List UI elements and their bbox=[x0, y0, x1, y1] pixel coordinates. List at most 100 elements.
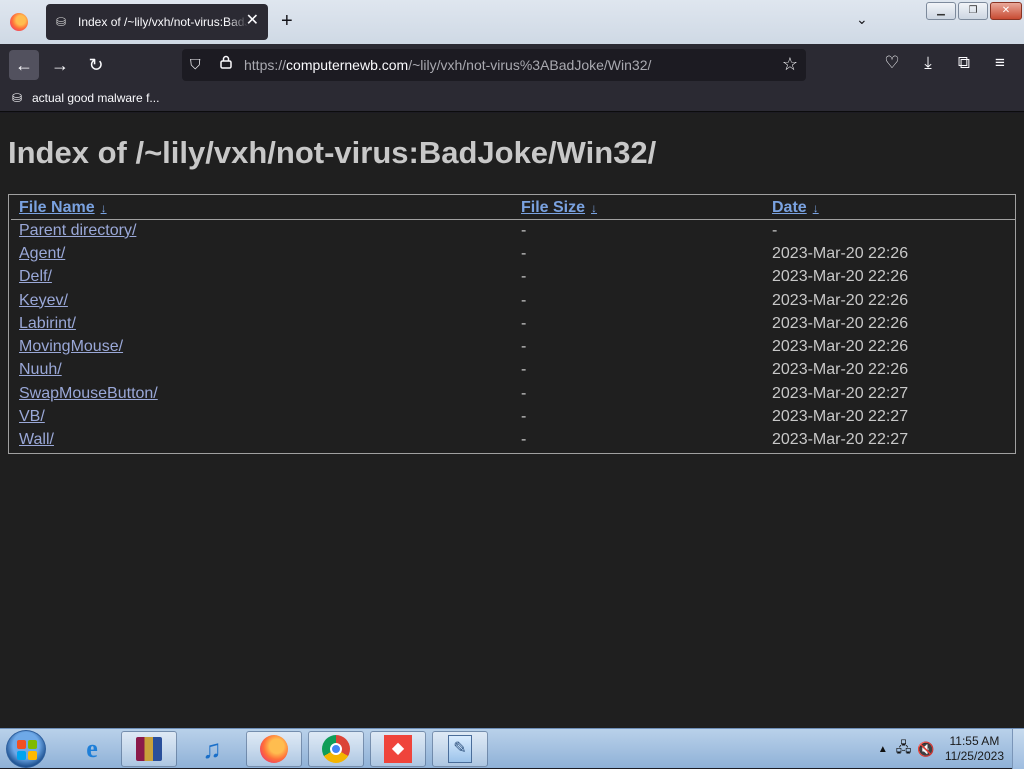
table-row: MovingMouse/ - 2023-Mar-20 22:26 bbox=[11, 335, 1015, 358]
file-date: 2023-Mar-20 22:27 bbox=[772, 384, 909, 402]
file-size: - bbox=[521, 408, 527, 426]
bookmark-item[interactable]: ⛁ actual good malware f... bbox=[12, 91, 159, 105]
file-date: 2023-Mar-20 22:26 bbox=[772, 291, 909, 309]
directory-link[interactable]: Keyev/ bbox=[19, 292, 68, 309]
table-row: SwapMouseButton/ - 2023-Mar-20 22:27 bbox=[11, 382, 1015, 405]
directory-link[interactable]: Parent directory/ bbox=[19, 222, 136, 239]
directory-link[interactable]: Delf/ bbox=[19, 268, 52, 285]
file-date: 2023-Mar-20 22:26 bbox=[772, 314, 909, 332]
extensions-icon[interactable]: ⧉ bbox=[952, 53, 976, 73]
file-size: - bbox=[521, 361, 527, 379]
windows-logo-icon bbox=[17, 740, 37, 760]
file-date: 2023-Mar-20 22:26 bbox=[772, 268, 909, 286]
tab-active[interactable]: ⛁ Index of /~lily/vxh/not-virus:BadJoke/… bbox=[46, 4, 268, 40]
file-size: - bbox=[521, 314, 527, 332]
server-icon: ⛁ bbox=[56, 15, 67, 29]
sort-by-size-link[interactable]: File Size ↓ bbox=[521, 199, 597, 216]
bookmark-star-icon[interactable]: ☆ bbox=[782, 54, 798, 75]
lock-icon[interactable] bbox=[220, 55, 232, 69]
directory-link[interactable]: Nuuh/ bbox=[19, 361, 62, 378]
file-date: 2023-Mar-20 22:26 bbox=[772, 338, 909, 356]
file-date: 2023-Mar-20 22:27 bbox=[772, 408, 909, 426]
server-icon: ⛁ bbox=[12, 91, 23, 105]
address-bar[interactable]: ⛉ https://computernewb.com/~lily/vxh/not… bbox=[182, 49, 806, 81]
show-hidden-icons-icon[interactable]: ▲ bbox=[878, 744, 888, 755]
list-all-tabs-button[interactable]: ⌄ bbox=[856, 11, 868, 28]
volume-muted-icon[interactable]: 🔇 bbox=[917, 741, 934, 758]
start-button[interactable] bbox=[6, 730, 46, 768]
downloads-icon[interactable]: ⤓ bbox=[916, 53, 940, 73]
close-tab-icon[interactable]: ✕ bbox=[246, 13, 259, 29]
file-size: - bbox=[521, 268, 527, 286]
directory-link[interactable]: SwapMouseButton/ bbox=[19, 385, 158, 402]
network-icon[interactable]: 🖧 bbox=[896, 737, 912, 761]
table-row: Nuuh/ - 2023-Mar-20 22:26 bbox=[11, 359, 1015, 382]
tracking-protection-icon[interactable]: ⛉ bbox=[190, 56, 201, 73]
directory-link[interactable]: Wall/ bbox=[19, 431, 54, 448]
header-row: File Name ↓ File Size ↓ Date ↓ bbox=[11, 197, 1015, 220]
file-date: - bbox=[772, 221, 778, 239]
back-button[interactable]: ← bbox=[9, 50, 39, 80]
directory-link[interactable]: MovingMouse/ bbox=[19, 338, 123, 355]
directory-link[interactable]: Agent/ bbox=[19, 245, 65, 262]
table-row: VB/ - 2023-Mar-20 22:27 bbox=[11, 405, 1015, 428]
taskbar: e ♫ ◆ ✎ ▲ 🖧 🔇 11:55 AM 11/25/2023 bbox=[0, 728, 1024, 769]
file-size: - bbox=[521, 338, 527, 356]
url-path: /~lily/vxh/not-virus%3ABadJoke/Win32/ bbox=[408, 57, 652, 73]
bookmark-label: actual good malware f... bbox=[32, 91, 160, 105]
new-tab-button[interactable]: + bbox=[281, 11, 293, 31]
close-window-button[interactable]: ✕ bbox=[990, 2, 1022, 20]
url-scheme: https:// bbox=[244, 57, 287, 73]
table-row: Wall/ - 2023-Mar-20 22:27 bbox=[11, 429, 1015, 452]
page-title: Index of /~lily/vxh/not-virus:BadJoke/Wi… bbox=[8, 135, 657, 170]
firefox-icon[interactable] bbox=[246, 731, 302, 767]
minimize-button[interactable]: ▁ bbox=[926, 2, 956, 20]
file-size: - bbox=[521, 244, 527, 262]
nav-toolbar: ← → ↻ ⛉ https://computernewb.com/~lily/v… bbox=[0, 44, 1024, 86]
restore-button[interactable]: ❐ bbox=[958, 2, 988, 20]
firefox-icon[interactable] bbox=[10, 13, 28, 31]
forward-button[interactable]: → bbox=[45, 50, 75, 80]
clock-time: 11:55 AM bbox=[949, 734, 1000, 748]
listing-table: File Name ↓ File Size ↓ Date ↓ Parent direc… bbox=[11, 197, 1015, 452]
menu-icon[interactable]: ≡ bbox=[988, 53, 1012, 73]
table-row: Labirint/ - 2023-Mar-20 22:26 bbox=[11, 312, 1015, 335]
file-date: 2023-Mar-20 22:26 bbox=[772, 361, 909, 379]
chrome-icon[interactable] bbox=[308, 731, 364, 767]
column-header-name: File Name ↓ bbox=[11, 197, 513, 220]
directory-listing: File Name ↓ File Size ↓ Date ↓ Parent direc… bbox=[8, 194, 1016, 454]
sort-by-date-link[interactable]: Date ↓ bbox=[772, 199, 819, 216]
table-row: Parent directory/ - - bbox=[11, 219, 1015, 242]
show-desktop-button[interactable] bbox=[1012, 729, 1024, 769]
file-size: - bbox=[521, 291, 527, 309]
file-date: 2023-Mar-20 22:27 bbox=[772, 431, 909, 449]
anydesk-icon[interactable]: ◆ bbox=[370, 731, 426, 767]
url-host: computernewb.com bbox=[286, 57, 409, 73]
clock-date: 11/25/2023 bbox=[944, 749, 1004, 763]
column-header-date: Date ↓ bbox=[764, 197, 1015, 220]
table-row: Agent/ - 2023-Mar-20 22:26 bbox=[11, 242, 1015, 265]
clock[interactable]: 11:55 AM 11/25/2023 bbox=[945, 734, 1004, 764]
page-content: Index of /~lily/vxh/not-virus:BadJoke/Wi… bbox=[0, 113, 1024, 728]
system-tray: ▲ 🖧 🔇 11:55 AM 11/25/2023 bbox=[878, 729, 1024, 769]
winrar-icon[interactable] bbox=[121, 731, 177, 767]
bookmarks-toolbar: ⛁ actual good malware f... bbox=[0, 86, 1024, 112]
tab-title: Index of /~lily/vxh/not-virus:BadJoke/Wi… bbox=[78, 15, 248, 29]
tab-strip: ⛁ Index of /~lily/vxh/not-virus:BadJoke/… bbox=[0, 0, 1024, 44]
sort-by-name-link[interactable]: File Name ↓ bbox=[19, 199, 107, 216]
reload-button[interactable]: ↻ bbox=[81, 50, 111, 80]
url-text: https://computernewb.com/~lily/vxh/not-v… bbox=[244, 57, 651, 73]
notepad-icon[interactable]: ✎ bbox=[432, 731, 488, 767]
window-controls: ▁ ❐ ✕ bbox=[926, 2, 1022, 20]
file-date: 2023-Mar-20 22:26 bbox=[772, 244, 909, 262]
table-row: Delf/ - 2023-Mar-20 22:26 bbox=[11, 266, 1015, 289]
file-size: - bbox=[521, 431, 527, 449]
column-header-size: File Size ↓ bbox=[513, 197, 764, 220]
itunes-icon[interactable]: ♫ bbox=[184, 731, 240, 767]
directory-link[interactable]: VB/ bbox=[19, 408, 45, 425]
directory-link[interactable]: Labirint/ bbox=[19, 315, 76, 332]
pocket-icon[interactable]: ♡ bbox=[880, 53, 904, 73]
file-size: - bbox=[521, 221, 527, 239]
internet-explorer-icon[interactable]: e bbox=[64, 731, 120, 767]
file-size: - bbox=[521, 384, 527, 402]
